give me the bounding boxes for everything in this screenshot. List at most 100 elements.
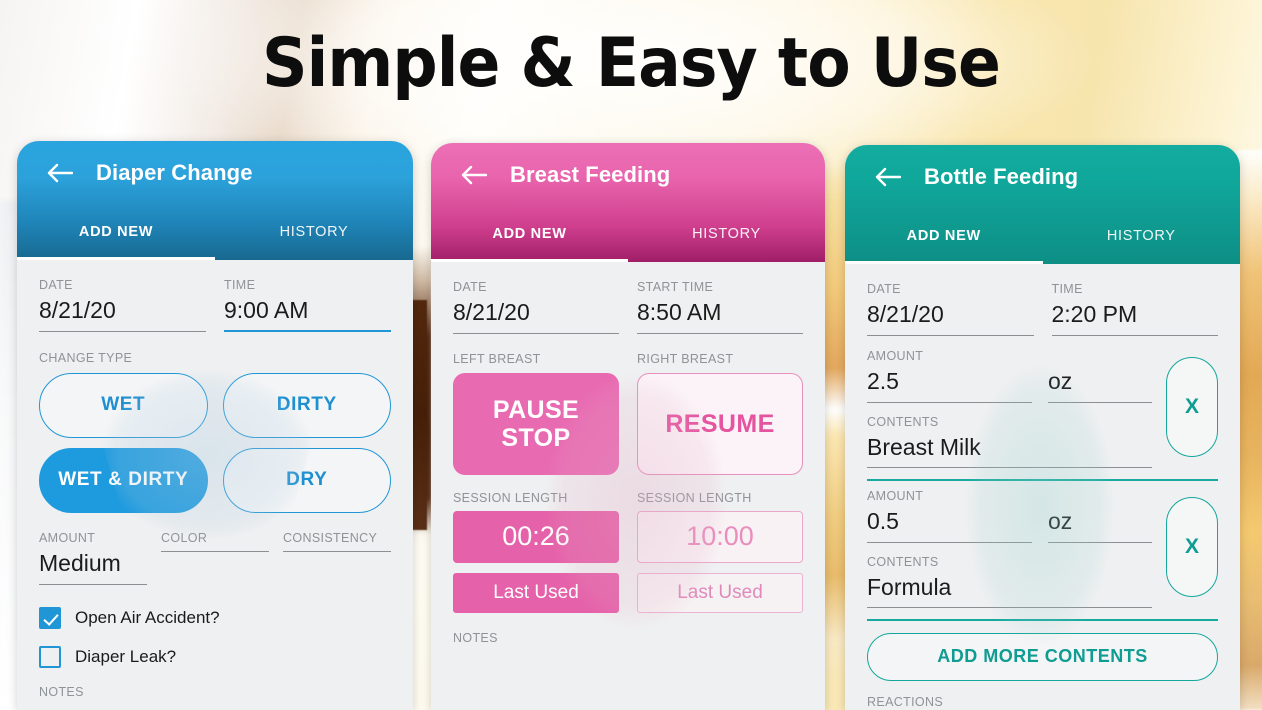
left-last-used-button[interactable]: Last Used xyxy=(453,572,619,613)
promo-screenshot: Simple & Easy to Use Diaper Change ADD N… xyxy=(0,0,1262,710)
left-breast-pause-stop-button[interactable]: PAUSE STOP xyxy=(453,372,619,475)
diaper-leak-checkbox-icon[interactable] xyxy=(39,645,61,668)
diaper-appbar: Diaper Change xyxy=(17,141,413,204)
bottle-header: Bottle Feeding ADD NEW HISTORY xyxy=(845,145,1240,264)
right-session-length-value[interactable]: 10:00 xyxy=(637,510,803,563)
bottle-date-label: DATE xyxy=(867,282,901,296)
bottle-contents-label-2: CONTENTS xyxy=(867,554,939,569)
breast-start-time-value: 8:50 AM xyxy=(637,299,722,325)
diaper-time-field[interactable]: TIME 9:00 AM xyxy=(224,278,391,332)
breast-date-value: 8/21/20 xyxy=(453,299,530,325)
diaper-color-field[interactable]: COLOR xyxy=(161,531,269,585)
bottle-unit-field-1[interactable]: oz xyxy=(1048,363,1152,403)
bottle-date-field[interactable]: DATE 8/21/20 xyxy=(867,282,1034,336)
diaper-date-field[interactable]: DATE 8/21/20 xyxy=(39,278,206,332)
bottle-amount-label-1: AMOUNT xyxy=(867,348,924,363)
bottle-time-value: 2:20 PM xyxy=(1051,301,1138,327)
bottle-amount-field-1[interactable]: AMOUNT 2.5 xyxy=(867,349,1032,403)
checkbox-open-air-accident[interactable]: Open Air Accident? xyxy=(39,606,391,629)
bottle-content-entry: AMOUNT 0.5 oz CONTENTS Formula X xyxy=(867,489,1218,609)
bottle-contents-field-1[interactable]: CONTENTS Breast Milk xyxy=(867,415,1152,469)
breast-start-time-label: START TIME xyxy=(637,280,714,294)
diaper-header: Diaper Change ADD NEW HISTORY xyxy=(17,141,413,260)
add-more-contents-button[interactable]: ADD MORE CONTENTS xyxy=(867,632,1218,681)
change-type-wet-and-dirty-button[interactable]: WET & DIRTY xyxy=(39,447,208,513)
phone-mockup-diaper-change: Diaper Change ADD NEW HISTORY DATE 8/21/… xyxy=(17,141,413,710)
breast-appbar: Breast Feeding xyxy=(431,143,825,206)
bottle-contents-value-1: Breast Milk xyxy=(867,433,981,460)
diaper-consistency-field[interactable]: CONSISTENCY xyxy=(283,531,391,585)
change-type-wet-button[interactable]: WET xyxy=(39,372,208,438)
back-arrow-icon[interactable] xyxy=(875,164,901,190)
bottle-unit-value-2: oz xyxy=(1048,507,1073,534)
tab-add-new-diaper[interactable]: ADD NEW xyxy=(17,204,215,260)
bottle-amount-value-1: 2.5 xyxy=(867,367,899,394)
right-session-length-label: SESSION LENGTH xyxy=(637,490,752,505)
breast-title: Breast Feeding xyxy=(510,161,671,187)
breast-body: DATE 8/21/20 START TIME 8:50 AM LEFT BRE… xyxy=(431,262,825,710)
diaper-amount-value: Medium xyxy=(39,549,121,576)
right-last-used-button[interactable]: Last Used xyxy=(637,572,803,613)
breast-start-time-underline xyxy=(637,332,803,334)
left-session-length-value[interactable]: 00:26 xyxy=(453,510,619,563)
right-breast-resume-button[interactable]: RESUME xyxy=(637,372,803,475)
diaper-body: DATE 8/21/20 TIME 9:00 AM CHANGE TYPE WE… xyxy=(17,260,413,710)
tab-add-new-bottle[interactable]: ADD NEW xyxy=(845,208,1043,264)
left-breast-button-line1: PAUSE xyxy=(492,395,580,424)
bottle-date-value: 8/21/20 xyxy=(867,301,944,327)
bottle-unit-field-2[interactable]: oz xyxy=(1048,503,1152,543)
right-breast-label: RIGHT BREAST xyxy=(637,351,734,366)
bottle-entry-divider-1 xyxy=(867,479,1218,481)
tab-add-new-breast[interactable]: ADD NEW xyxy=(431,206,628,262)
bottle-amount-value-2: 0.5 xyxy=(867,507,899,534)
diaper-consistency-underline xyxy=(283,550,391,552)
bottle-unit-underline-1 xyxy=(1048,401,1152,403)
diaper-color-label: COLOR xyxy=(161,530,208,545)
diaper-date-label: DATE xyxy=(39,278,73,292)
bottle-appbar: Bottle Feeding xyxy=(845,145,1240,208)
bottle-amount-field-2[interactable]: AMOUNT 0.5 xyxy=(867,489,1032,543)
bottle-remove-entry-button-1[interactable]: X xyxy=(1166,356,1218,457)
bottle-contents-value-2: Formula xyxy=(867,573,952,600)
diaper-time-value: 9:00 AM xyxy=(224,297,309,323)
diaper-leak-label: Diaper Leak? xyxy=(75,646,177,666)
tab-history-breast[interactable]: HISTORY xyxy=(628,206,825,262)
bottle-unit-underline-2 xyxy=(1048,541,1152,543)
diaper-consistency-label: CONSISTENCY xyxy=(283,530,378,545)
diaper-color-underline xyxy=(161,550,269,552)
bottle-content-entry: AMOUNT 2.5 oz CONTENTS Breast Milk X xyxy=(867,349,1218,469)
bottle-tabbar: ADD NEW HISTORY xyxy=(845,208,1240,264)
breast-date-field[interactable]: DATE 8/21/20 xyxy=(453,280,619,334)
diaper-amount-field[interactable]: AMOUNT Medium xyxy=(39,531,147,585)
diaper-date-value: 8/21/20 xyxy=(39,297,116,323)
diaper-tabbar: ADD NEW HISTORY xyxy=(17,204,413,260)
breast-date-underline xyxy=(453,332,619,334)
breast-start-time-field[interactable]: START TIME 8:50 AM xyxy=(637,280,803,334)
bottle-time-field[interactable]: TIME 2:20 PM xyxy=(1051,282,1218,336)
bottle-amount-label-2: AMOUNT xyxy=(867,488,924,503)
diaper-amount-label: AMOUNT xyxy=(39,530,96,545)
tab-history-diaper[interactable]: HISTORY xyxy=(215,204,413,260)
bottle-contents-underline-2 xyxy=(867,607,1152,609)
left-breast-button-line2: STOP xyxy=(501,423,571,452)
bottle-title: Bottle Feeding xyxy=(924,163,1079,189)
breast-tabbar: ADD NEW HISTORY xyxy=(431,206,825,262)
tab-history-bottle[interactable]: HISTORY xyxy=(1043,208,1241,264)
diaper-notes-label: NOTES xyxy=(39,684,84,699)
back-arrow-icon[interactable] xyxy=(461,162,487,188)
breast-notes-label: NOTES xyxy=(453,630,498,645)
back-arrow-icon[interactable] xyxy=(47,160,73,186)
bottle-amount-underline-2 xyxy=(867,541,1032,543)
left-session-length-label: SESSION LENGTH xyxy=(453,490,568,505)
open-air-accident-checkbox-icon[interactable] xyxy=(39,606,61,629)
left-breast-label: LEFT BREAST xyxy=(453,351,541,366)
checkbox-diaper-leak[interactable]: Diaper Leak? xyxy=(39,645,391,668)
change-type-dry-button[interactable]: DRY xyxy=(222,447,391,513)
diaper-date-underline xyxy=(39,330,206,332)
bottle-remove-entry-button-2[interactable]: X xyxy=(1166,496,1218,597)
right-breast-button-line1: RESUME xyxy=(665,409,775,438)
bottle-contents-field-2[interactable]: CONTENTS Formula xyxy=(867,555,1152,609)
diaper-time-underline xyxy=(224,329,391,332)
change-type-dirty-button[interactable]: DIRTY xyxy=(222,372,391,438)
left-breast-group: LEFT BREAST PAUSE STOP SESSION LENGTH 00… xyxy=(453,352,619,613)
